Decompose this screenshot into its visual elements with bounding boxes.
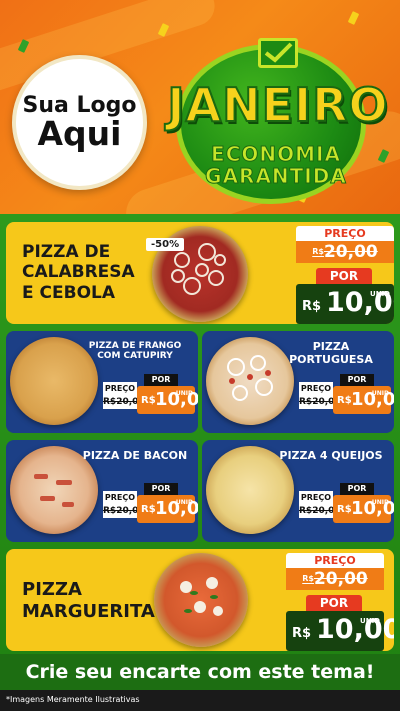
old-currency: R$ — [302, 574, 314, 583]
product-name: PIZZA PORTUGUESA — [289, 340, 373, 366]
new-price: R$ 10,00 UNID — [296, 284, 394, 324]
flyer-page: Sua Logo Aqui JANEIRO ECONOMIA GARANTIDA… — [0, 0, 400, 711]
currency: R$ — [292, 626, 312, 641]
currency: R$ — [141, 395, 156, 406]
item-card-portuguesa[interactable]: PIZZA PORTUGUESA PREÇO R$20,00 POR R$ 10,… — [202, 331, 394, 433]
featured-card-calabresa[interactable]: PIZZA DE CALABRESA E CEBOLA -50% PREÇO R… — [6, 222, 394, 324]
old-currency: R$ — [312, 247, 324, 256]
new-price: R$10,00UNID — [137, 495, 198, 523]
currency: R$ — [302, 299, 322, 314]
product-name: PIZZA DE FRANGO COM CATUPIRY — [88, 341, 182, 362]
price-label: PREÇO — [286, 553, 384, 568]
por-label: POR — [306, 595, 362, 611]
confetti — [347, 11, 360, 25]
por-label: POR — [316, 268, 372, 284]
currency: R$ — [337, 395, 352, 406]
new-price: R$10,00UNID — [333, 386, 394, 414]
old-price: R$20,00 — [286, 568, 384, 590]
unit-label: UNID — [370, 290, 390, 298]
old-price: R$20,00 — [299, 395, 341, 409]
old-price-value: 20,00 — [313, 569, 368, 589]
product-name: PIZZA MARGUERITA — [22, 579, 155, 622]
campaign-subtitle-line1: ECONOMIA — [211, 142, 341, 167]
currency: R$ — [337, 504, 352, 515]
old-price: R$20,00 — [299, 504, 341, 518]
new-price: R$ 10,00 UNID — [286, 611, 394, 651]
campaign-subtitle-line2: GARANTIDA — [205, 164, 347, 189]
featured-card-marguerita[interactable]: PIZZA MARGUERITA PREÇO R$20,00 POR R$ 10… — [6, 549, 394, 651]
cta-banner[interactable]: Crie seu encarte com este tema! — [0, 654, 400, 690]
item-card-bacon[interactable]: PIZZA DE BACON PREÇO R$20,00 POR R$10,00… — [6, 440, 198, 542]
price-box: PREÇO R$20,00 POR R$ 10,00 UNID — [286, 553, 394, 651]
new-price: R$10,00UNID — [333, 495, 394, 523]
price-label: PREÇO — [299, 491, 333, 504]
price-label: PREÇO — [103, 491, 137, 504]
campaign-title: JANEIRO — [166, 77, 389, 133]
old-price: R$20,00 — [296, 241, 394, 263]
pizza-marguerita-image — [154, 553, 248, 647]
por-label: POR — [144, 483, 178, 495]
product-name: PIZZA DE CALABRESA E CEBOLA — [22, 242, 135, 303]
campaign-badge: JANEIRO ECONOMIA GARANTIDA — [156, 38, 400, 208]
old-price: R$20,00 — [103, 395, 145, 409]
footer-disclaimer: *Imagens Meramente Ilustrativas — [0, 690, 400, 711]
logo-text-line2: Aqui — [37, 113, 122, 153]
product-name-line: E CEBOLA — [22, 282, 116, 303]
product-name-line: CALABRESA — [22, 262, 135, 283]
price-label: PREÇO — [299, 382, 333, 395]
product-name-line: MARGUERITA — [22, 600, 155, 622]
unit-label: UNID — [360, 617, 380, 625]
old-price-value: 20,00 — [323, 242, 378, 262]
product-name-line: PIZZA — [22, 579, 82, 600]
discount-badge: -50% — [146, 238, 185, 251]
item-card-4-queijos[interactable]: PIZZA 4 QUEIJOS PREÇO R$20,00 POR R$ 10,0… — [202, 440, 394, 542]
check-mark-icon — [258, 38, 298, 68]
header-banner: Sua Logo Aqui JANEIRO ECONOMIA GARANTIDA — [0, 0, 400, 214]
price-label: PREÇO — [103, 382, 137, 395]
logo-placeholder[interactable]: Sua Logo Aqui — [12, 55, 147, 190]
por-label: POR — [340, 374, 374, 386]
unit-label: UNID — [175, 499, 193, 506]
por-label: POR — [340, 483, 374, 495]
new-price-value: 10,00 — [316, 614, 394, 645]
price-label: PREÇO — [296, 226, 394, 241]
item-card-frango[interactable]: PIZZA DE FRANGO COM CATUPIRY PREÇO R$20,… — [6, 331, 198, 433]
por-label: POR — [144, 374, 178, 386]
new-price: R$10,00UNID — [137, 386, 198, 414]
price-box: PREÇO R$20,00 POR R$ 10,00 UNID — [296, 226, 394, 324]
product-name: PIZZA 4 QUEIJOS — [279, 449, 383, 462]
currency: R$ — [141, 504, 156, 515]
unit-label: UNID — [371, 390, 389, 397]
product-name-line: PIZZA DE — [22, 242, 111, 262]
product-name: PIZZA DE BACON — [82, 449, 188, 462]
unit-label: UNID — [175, 390, 193, 397]
old-price: R$20,00 — [103, 504, 145, 518]
unit-label: UNID — [371, 499, 389, 506]
